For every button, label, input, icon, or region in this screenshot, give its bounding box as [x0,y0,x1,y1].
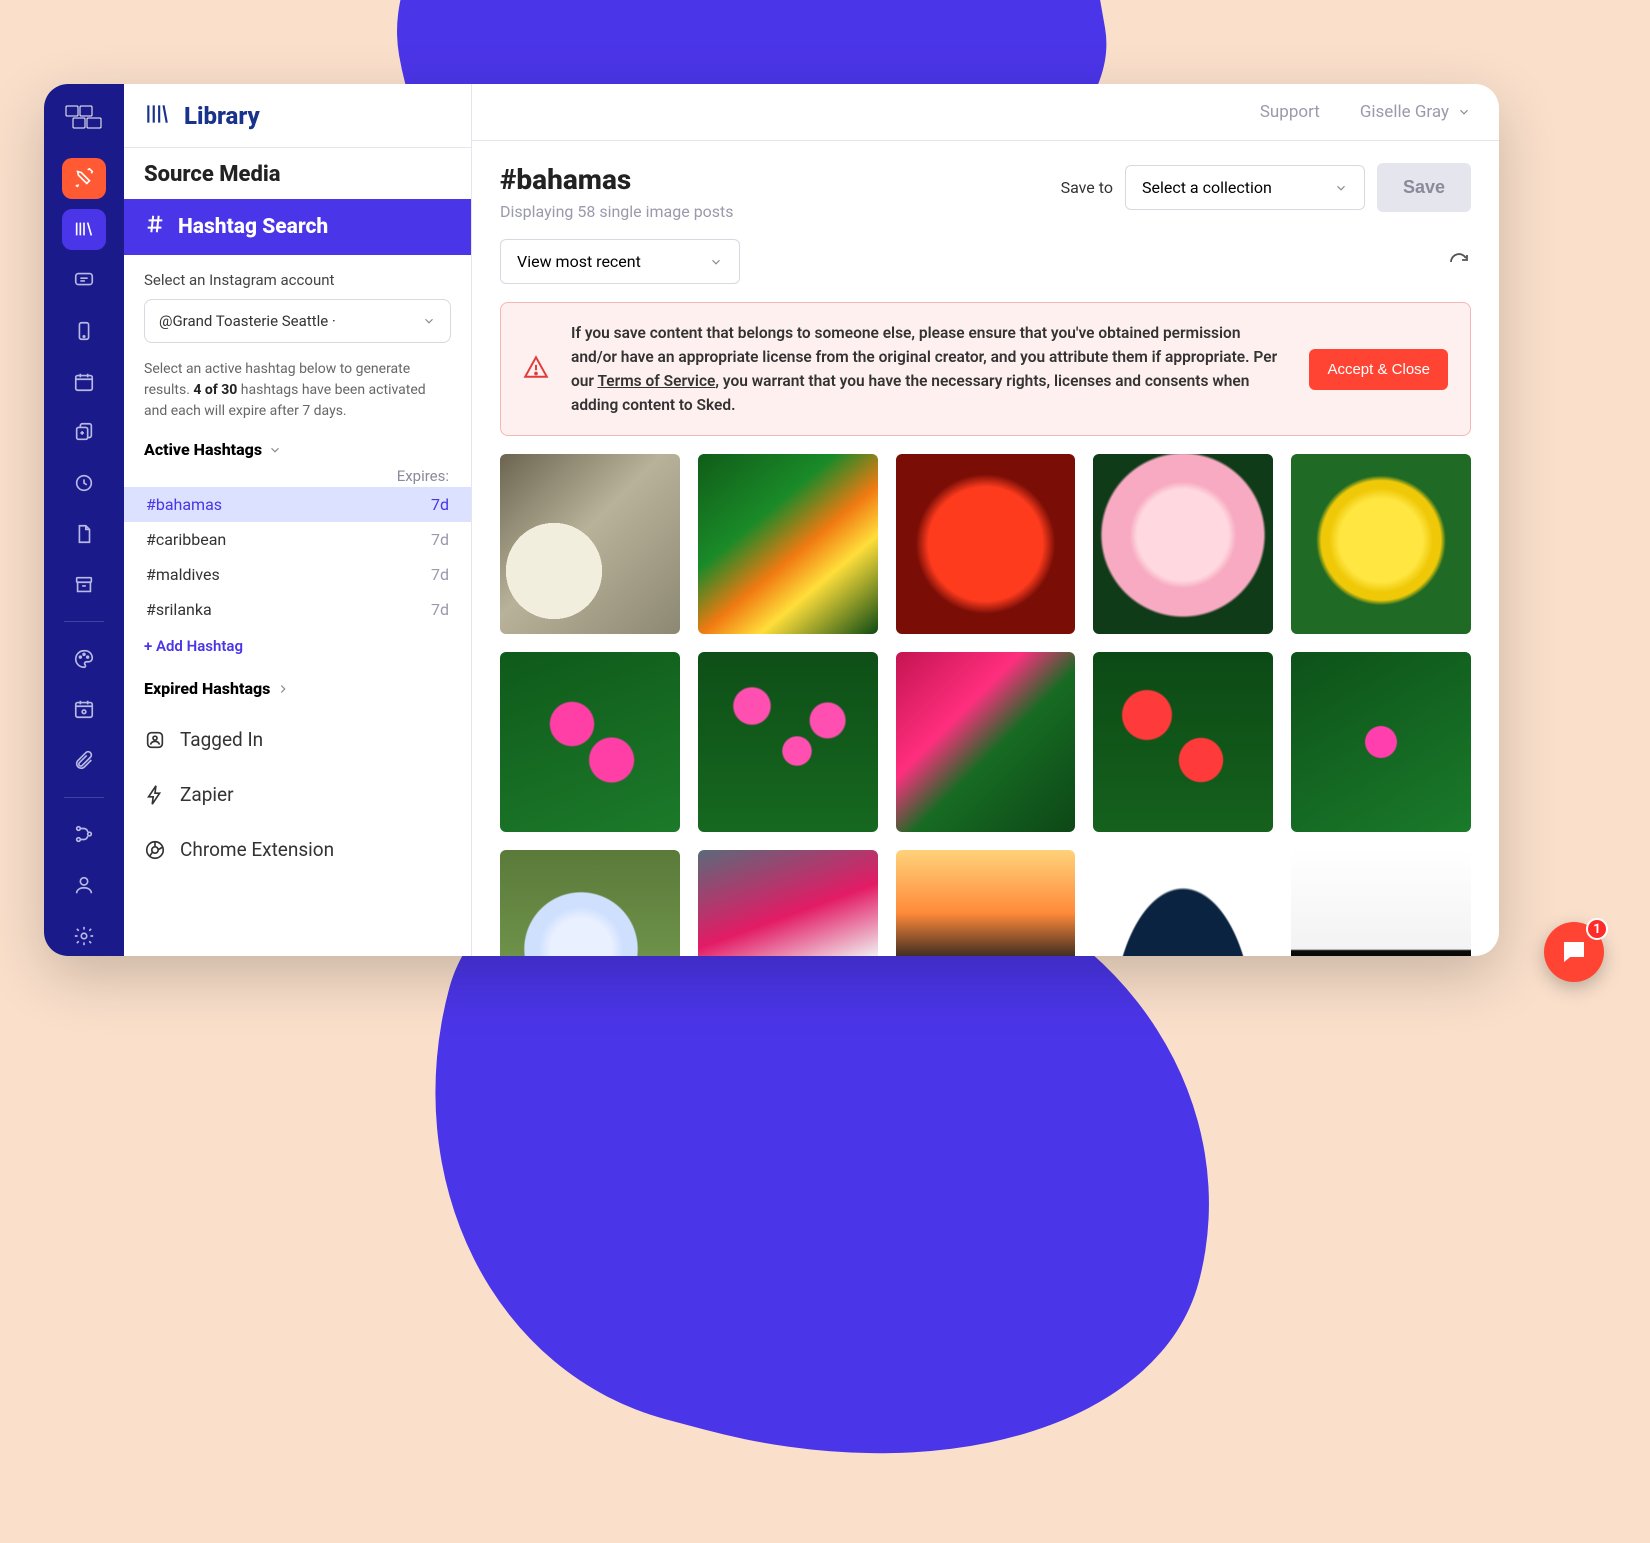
page-title: Library [184,102,260,130]
image-thumb[interactable] [896,850,1076,956]
hashtag-expires: 7d [431,530,449,549]
image-thumb[interactable] [1291,652,1471,832]
chevron-down-icon [1334,181,1348,195]
account-select[interactable]: @Grand Toasterie Seattle · [144,299,451,343]
icon-rail [44,84,124,956]
hashtag-name: #caribbean [146,530,226,549]
attachment-nav[interactable] [62,740,106,781]
hashtag-expires: 7d [431,565,449,584]
active-hashtags-toggle[interactable]: Active Hashtags [124,436,471,467]
calendar-nav[interactable] [62,361,106,402]
hashtag-search-tab[interactable]: Hashtag Search [124,199,471,255]
image-thumb[interactable] [698,454,878,634]
image-thumb[interactable] [1291,850,1471,956]
expires-column-header: Expires: [124,467,471,487]
source-media-heading: Source Media [124,148,471,199]
messages-nav[interactable] [62,260,106,301]
image-grid [500,454,1471,956]
chat-badge: 1 [1586,918,1608,940]
hashtag-row[interactable]: #bahamas 7d [124,487,471,522]
image-thumb[interactable] [500,652,680,832]
hashtag-name: #bahamas [146,495,222,514]
chevron-down-icon [268,443,282,457]
chevron-down-icon [422,314,436,328]
content-title: #bahamas [500,163,734,196]
compose-button[interactable] [62,158,106,199]
hashtag-name: #maldives [146,565,220,584]
hashtag-row[interactable]: #srilanka 7d [124,592,471,627]
chat-fab[interactable]: 1 [1544,922,1604,982]
app-window: Library Source Media Hashtag Search Sele… [44,84,1499,956]
expired-hashtags-toggle[interactable]: Expired Hashtags [124,665,471,712]
mobile-nav[interactable] [62,310,106,351]
save-button[interactable]: Save [1377,163,1471,212]
zapier-icon [144,784,166,806]
image-thumb[interactable] [500,850,680,956]
source-zapier[interactable]: Zapier [124,767,471,822]
hashtag-expires: 7d [431,495,449,514]
hashtag-list: #bahamas7d#caribbean7d#maldives7d#srilan… [124,487,471,627]
hashtag-row[interactable]: #caribbean 7d [124,522,471,557]
profile-nav[interactable] [62,864,106,905]
hashtag-expires: 7d [431,600,449,619]
refresh-button[interactable] [1447,250,1471,274]
library-icon [144,101,170,131]
settings-nav[interactable] [62,915,106,956]
source-chrome-extension[interactable]: Chrome Extension [124,822,471,877]
source-panel: Library Source Media Hashtag Search Sele… [124,84,472,956]
main-area: Support Giselle Gray #bahamas Displaying… [472,84,1499,956]
archive-nav[interactable] [62,565,106,606]
image-thumb[interactable] [896,652,1076,832]
palette-nav[interactable] [62,638,106,679]
image-thumb[interactable] [896,454,1076,634]
image-thumb[interactable] [1093,652,1273,832]
chrome-icon [144,839,166,861]
history-nav[interactable] [62,463,106,504]
chevron-down-icon [709,255,723,269]
support-link[interactable]: Support [1260,102,1320,122]
content-subtitle: Displaying 58 single image posts [500,202,734,221]
topbar: Support Giselle Gray [472,84,1499,141]
panel-header: Library [124,84,471,148]
chat-icon [1559,937,1589,967]
duplicate-nav[interactable] [62,412,106,453]
add-hashtag-button[interactable]: + Add Hashtag [124,627,471,665]
image-thumb[interactable] [698,652,878,832]
document-nav[interactable] [62,514,106,555]
tos-link[interactable]: Terms of Service [597,372,715,390]
image-thumb[interactable] [698,850,878,956]
app-logo [60,100,108,140]
view-filter-select[interactable]: View most recent [500,239,740,284]
image-thumb[interactable] [1093,850,1273,956]
hashtag-row[interactable]: #maldives 7d [124,557,471,592]
save-to-label: Save to [1061,178,1113,197]
hashtag-icon [144,213,166,241]
warning-icon [523,354,549,384]
hashtag-help-text: Select an active hashtag below to genera… [124,353,471,436]
library-nav[interactable] [62,209,106,250]
permission-warning: If you save content that belongs to some… [500,302,1471,436]
account-value: @Grand Toasterie Seattle · [159,312,336,330]
schedule-nav[interactable] [62,689,106,730]
chevron-left-icon [276,682,290,696]
warning-text: If you save content that belongs to some… [571,321,1287,417]
hashtag-search-label: Hashtag Search [178,215,328,239]
select-account-label: Select an Instagram account [144,271,451,289]
branches-nav[interactable] [62,814,106,855]
accept-close-button[interactable]: Accept & Close [1309,349,1448,390]
tagged-in-icon [144,729,166,751]
image-thumb[interactable] [1291,454,1471,634]
user-menu[interactable]: Giselle Gray [1360,102,1471,122]
image-thumb[interactable] [500,454,680,634]
hashtag-name: #srilanka [146,600,212,619]
source-tagged-in[interactable]: Tagged In [124,712,471,767]
image-thumb[interactable] [1093,454,1273,634]
chevron-down-icon [1457,105,1471,119]
collection-select[interactable]: Select a collection [1125,165,1365,210]
